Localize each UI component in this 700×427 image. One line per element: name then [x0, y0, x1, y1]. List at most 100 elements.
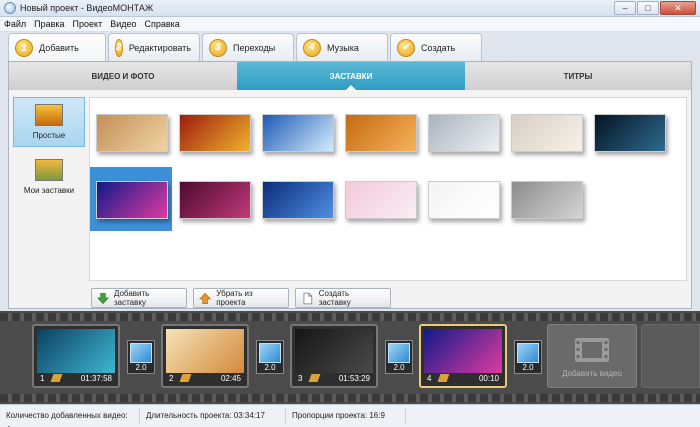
clip-number: 4	[427, 374, 432, 383]
clip-duration: 02:45	[220, 374, 241, 383]
background-thumbnail-white-ink[interactable]	[428, 181, 500, 219]
background-thumbnail-purple-floral[interactable]	[179, 181, 251, 219]
tab-transitions[interactable]: 3 Переходы	[202, 33, 294, 61]
tab-edit[interactable]: 2 Редактировать	[108, 33, 200, 61]
category-label: Простые	[32, 131, 66, 140]
clip-thumbnail	[37, 329, 115, 373]
maximize-button[interactable]: □	[637, 1, 659, 15]
background-thumbnail-gray-gradient[interactable]	[511, 181, 583, 219]
background-thumbnail-orange[interactable]	[345, 114, 417, 152]
sub-tabs: ВИДЕО И ФОТО ЗАСТАВКИ ТИТРЫ	[9, 62, 691, 91]
empty-slot	[641, 324, 700, 388]
clip-thumbnail	[295, 329, 373, 373]
transition-icon	[259, 343, 281, 363]
transition-slot[interactable]: 2.0	[514, 340, 542, 374]
edit-pencil-icon[interactable]	[308, 374, 321, 382]
tab-label: Создать	[421, 42, 456, 53]
background-thumbnail-blue-film[interactable]	[262, 114, 334, 152]
subtab-video-photo[interactable]: ВИДЕО И ФОТО	[9, 62, 237, 90]
menu-edit[interactable]: Правка	[34, 19, 64, 29]
tab-label: Добавить	[39, 43, 79, 53]
category-label: Мои заставки	[23, 186, 75, 195]
background-thumbnail-pink-flower[interactable]	[345, 181, 417, 219]
button-label: Убрать из проекта	[216, 289, 253, 307]
new-document-icon	[303, 292, 313, 304]
button-label: Создать заставку	[318, 289, 351, 307]
clip-number: 3	[298, 374, 303, 383]
create-intro-button[interactable]: Создать заставку	[295, 288, 391, 308]
step-number-badge: 1	[15, 39, 33, 57]
menu-file[interactable]: Файл	[4, 19, 26, 29]
clip-thumbnail	[166, 329, 244, 373]
transition-icon	[517, 343, 539, 363]
edit-pencil-icon[interactable]	[179, 374, 192, 382]
content-panel: ВИДЕО И ФОТО ЗАСТАВКИ ТИТРЫ Простые Мои …	[8, 61, 692, 309]
title-bar: Новый проект - ВидеоМОНТАЖ – □ ✕	[0, 0, 700, 17]
transition-icon	[130, 343, 152, 363]
window-controls: – □ ✕	[614, 1, 696, 15]
subtab-intros[interactable]: ЗАСТАВКИ	[237, 62, 465, 91]
background-thumbnail-parchment[interactable]	[96, 114, 168, 152]
timeline-clip[interactable]: 1 01:37:58	[32, 324, 120, 388]
clip-thumbnail	[424, 329, 502, 373]
status-video-count: Количество добавленных видео: 4	[0, 409, 140, 427]
background-thumbnail-silver-gray[interactable]	[428, 114, 500, 152]
clip-number: 2	[169, 374, 174, 383]
edit-pencil-icon[interactable]	[50, 374, 63, 382]
transition-slot[interactable]: 2.0	[127, 340, 155, 374]
tab-music[interactable]: 4 Музыка	[296, 33, 388, 61]
user-photo-icon	[35, 159, 63, 181]
add-video-slot[interactable]: Добавить видео	[547, 324, 637, 388]
app-logo-icon	[4, 2, 16, 14]
background-thumbnail-night-city[interactable]	[594, 114, 666, 152]
timeline-clip[interactable]: 3 01:53:29	[290, 324, 378, 388]
clip-duration: 01:53:29	[338, 374, 370, 383]
sunset-icon	[35, 104, 63, 126]
remove-up-arrow-icon	[199, 292, 212, 304]
tab-create[interactable]: ✔ Создать	[390, 33, 482, 61]
timeline-clip[interactable]: 4 00:10	[419, 324, 507, 388]
step-number-badge: 4	[303, 38, 321, 57]
remove-from-project-button[interactable]: Убрать из проекта	[193, 288, 289, 308]
category-sidebar: Простые Мои заставки	[13, 97, 87, 207]
category-my-intros[interactable]: Мои заставки	[13, 152, 85, 202]
add-video-label: Добавить видео	[562, 368, 622, 378]
backgrounds-grid	[89, 97, 687, 281]
transition-duration: 2.0	[135, 363, 147, 372]
transition-icon	[388, 343, 410, 363]
status-project-duration: Длительность проекта: 03:34:17	[140, 409, 286, 423]
add-intro-button[interactable]: Добавить заставку	[91, 288, 187, 308]
button-label: Добавить заставку	[113, 289, 150, 307]
transition-slot[interactable]: 2.0	[385, 340, 413, 374]
clip-duration: 00:10	[478, 374, 499, 383]
close-button[interactable]: ✕	[660, 1, 696, 15]
timeline-clip[interactable]: 2 02:45	[161, 324, 249, 388]
film-strip-bottom	[0, 394, 700, 402]
film-strip-top	[0, 313, 700, 321]
category-simple[interactable]: Простые	[13, 97, 85, 147]
minimize-button[interactable]: –	[614, 1, 636, 15]
window-title: Новый проект - ВидеоМОНТАЖ	[20, 3, 154, 13]
edit-pencil-icon[interactable]	[437, 374, 450, 382]
background-thumbnail-cream-camera[interactable]	[511, 114, 583, 152]
action-buttons: Добавить заставку Убрать из проекта Созд…	[91, 288, 391, 310]
subtab-titles[interactable]: ТИТРЫ	[465, 62, 691, 90]
transition-slot[interactable]: 2.0	[256, 340, 284, 374]
menu-project[interactable]: Проект	[73, 19, 103, 29]
checkmark-icon: ✔	[397, 38, 415, 57]
background-thumbnail-rainbow-waves[interactable]	[96, 181, 168, 219]
clip-number: 1	[40, 374, 45, 383]
status-bar: Количество добавленных видео: 4 Длительн…	[0, 404, 700, 427]
step-number-badge: 2	[115, 38, 123, 57]
background-thumbnail-blue-lines[interactable]	[262, 181, 334, 219]
tab-add[interactable]: 1 Добавить	[8, 33, 106, 62]
menu-video[interactable]: Видео	[110, 19, 136, 29]
transition-duration: 2.0	[522, 363, 534, 372]
film-icon	[575, 337, 609, 362]
timeline: 1 01:37:58 2.0 2 02:45 2.0 3 01:53:29 2.…	[0, 311, 700, 404]
menu-help[interactable]: Справка	[145, 19, 180, 29]
background-thumbnail-golden-sparkle[interactable]	[179, 114, 251, 152]
clip-duration: 01:37:58	[80, 374, 112, 383]
tab-label: Переходы	[233, 42, 276, 53]
menu-bar: Файл Правка Проект Видео Справка	[0, 17, 700, 32]
